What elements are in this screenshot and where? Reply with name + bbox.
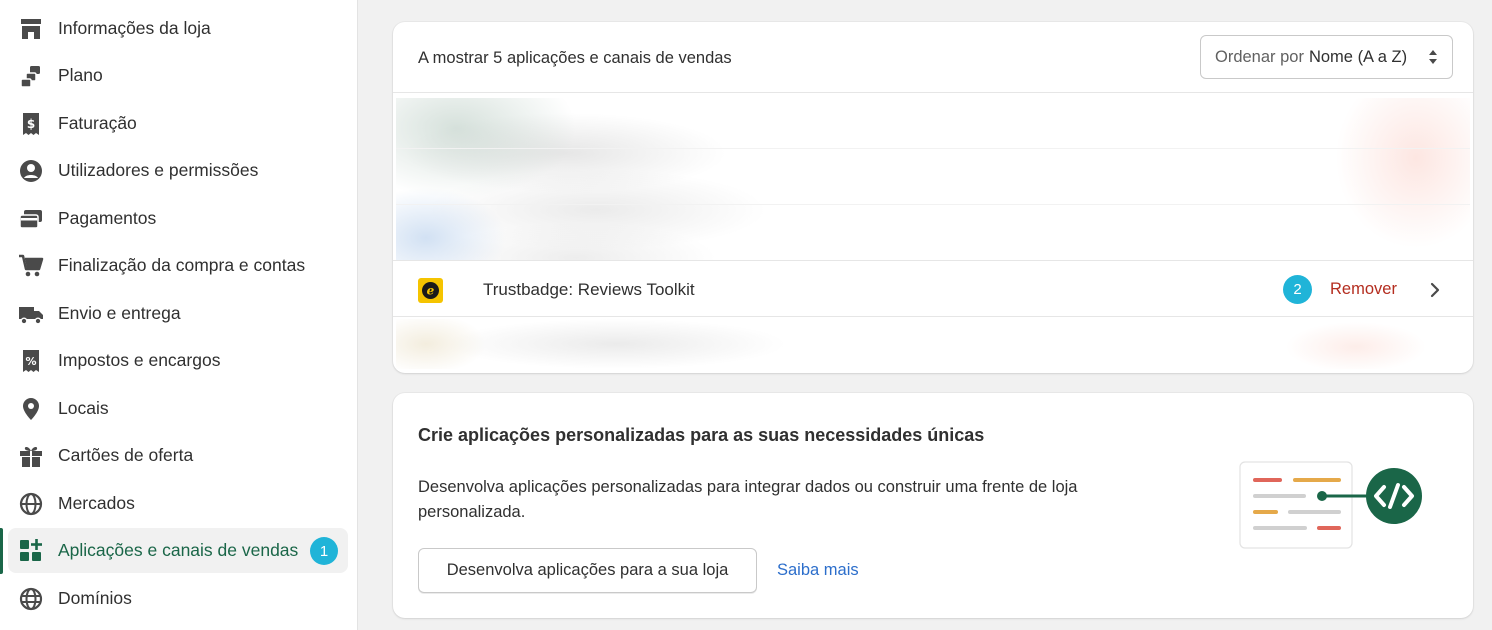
sidebar-item-gift-cards[interactable]: Cartões de oferta (8, 433, 348, 478)
sidebar-item-taxes[interactable]: % Impostos e encargos (8, 338, 348, 383)
sidebar-item-label: Faturação (58, 113, 137, 133)
truck-icon (18, 301, 44, 327)
app-name: Trustbadge: Reviews Toolkit (483, 280, 695, 299)
globe-icon (18, 491, 44, 517)
svg-text:$: $ (27, 117, 35, 131)
sidebar-item-plan[interactable]: Plano (8, 53, 348, 98)
cart-icon (18, 253, 44, 279)
develop-apps-button[interactable]: Desenvolva aplicações para a sua loja (418, 548, 757, 593)
sidebar-item-payments[interactable]: Pagamentos (8, 196, 348, 241)
trustbadge-logo-icon: e (418, 278, 443, 303)
svg-text:e: e (427, 284, 435, 298)
active-indicator (0, 528, 3, 574)
sidebar-item-label: Impostos e encargos (58, 350, 221, 370)
receipt-percent-icon: % (18, 348, 44, 374)
sidebar-item-apps[interactable]: Aplicações e canais de vendas 1 (8, 528, 348, 573)
location-pin-icon (18, 396, 44, 422)
sidebar-item-label: Envio e entrega (58, 303, 181, 323)
settings-sidebar: Informações da loja Plano $ Faturação Ut… (0, 0, 358, 630)
store-icon (18, 16, 44, 42)
custom-apps-card: Crie aplicações personalizadas para as s… (393, 393, 1473, 618)
sidebar-item-label: Mercados (58, 493, 135, 513)
sidebar-item-label: Locais (58, 398, 109, 418)
sidebar-item-label: Finalização da compra e contas (58, 255, 306, 275)
divider (396, 204, 1470, 205)
credit-card-icon (18, 206, 44, 232)
apps-count-text: A mostrar 5 aplicações e canais de venda… (418, 49, 732, 67)
sidebar-item-label: Domínios (58, 588, 132, 608)
blurred-app-rows (396, 98, 1470, 260)
sidebar-item-label: Aplicações e canais de vendas (58, 540, 299, 560)
sort-arrows-icon (1429, 50, 1437, 64)
divider (396, 148, 1470, 149)
learn-more-link[interactable]: Saiba mais (777, 561, 859, 580)
sidebar-item-checkout[interactable]: Finalização da compra e contas (8, 243, 348, 288)
app-notification-badge: 2 (1283, 275, 1312, 304)
sidebar-item-users[interactable]: Utilizadores e permissões (8, 148, 348, 193)
domain-globe-icon (18, 586, 44, 612)
apps-icon (18, 538, 44, 564)
gift-icon (18, 443, 44, 469)
blurred-app-row (396, 319, 1470, 369)
sidebar-item-domains[interactable]: Domínios (8, 576, 348, 621)
custom-apps-title: Crie aplicações personalizadas para as s… (418, 425, 985, 445)
remove-app-link[interactable]: Remover (1330, 280, 1397, 299)
custom-apps-description: Desenvolva aplicações personalizadas par… (418, 478, 1078, 521)
sidebar-item-billing[interactable]: $ Faturação (8, 101, 348, 146)
app-row-trustbadge[interactable]: e Trustbadge: Reviews Toolkit 2 Remover (393, 260, 1473, 317)
sidebar-item-label: Pagamentos (58, 208, 157, 228)
sidebar-item-store-details[interactable]: Informações da loja (8, 6, 348, 51)
sort-select[interactable]: Ordenar por Nome (A a Z) (1200, 35, 1453, 79)
sidebar-item-label: Cartões de oferta (58, 445, 194, 465)
sidebar-item-label: Informações da loja (58, 18, 211, 38)
sidebar-item-shipping[interactable]: Envio e entrega (8, 291, 348, 336)
receipt-dollar-icon: $ (18, 111, 44, 137)
sidebar-item-label: Utilizadores e permissões (58, 160, 259, 180)
chevron-right-icon[interactable] (1426, 281, 1444, 299)
installed-apps-card: A mostrar 5 aplicações e canais de venda… (393, 22, 1473, 373)
sidebar-item-label: Plano (58, 65, 103, 85)
code-illustration-icon (1239, 461, 1422, 549)
sidebar-item-locations[interactable]: Locais (8, 386, 348, 431)
apps-card-header: A mostrar 5 aplicações e canais de venda… (393, 22, 1473, 93)
notification-badge: 1 (310, 537, 338, 565)
plan-icon (18, 63, 44, 89)
svg-text:%: % (25, 355, 36, 368)
sidebar-item-markets[interactable]: Mercados (8, 481, 348, 526)
sort-value: Nome (A a Z) (1308, 47, 1408, 66)
sort-label: Ordenar por (1215, 47, 1304, 66)
person-icon (18, 158, 44, 184)
